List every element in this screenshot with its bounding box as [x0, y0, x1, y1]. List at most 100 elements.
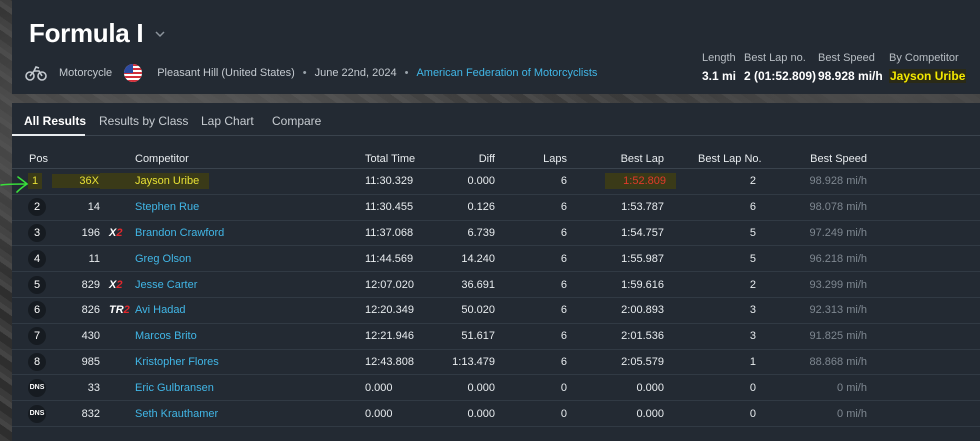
competitor-link[interactable]: Avi Hadad — [135, 304, 186, 316]
title-row[interactable]: Formula I — [29, 18, 165, 49]
competitor-link[interactable]: Greg Olson — [135, 253, 191, 265]
competitor-cell[interactable]: Brandon Crawford — [135, 221, 224, 246]
best-lap-value: 2:00.893 — [621, 304, 664, 317]
col-competitor[interactable]: Competitor — [135, 149, 189, 168]
table-row[interactable]: DNS 33 Eric Gulbransen 0.000 0.000 0 0.000 0 0 m… — [12, 375, 980, 402]
laps-value: 6 — [560, 252, 567, 265]
competitor-cell[interactable]: Seth Krauthamer — [135, 401, 218, 426]
competitor-link[interactable]: Eric Gulbransen — [135, 382, 214, 394]
table-row[interactable]: 7 430 Marcos Brito 12:21.946 51.617 6 2:01.536… — [12, 324, 980, 350]
col-best-lap[interactable]: Best Lap — [592, 149, 664, 168]
table-body: 1 36X Jayson Uribe 11:30.329 0.000 6 1:52.809 2… — [12, 169, 980, 427]
organization-link[interactable]: American Federation of Motorcyclists — [416, 67, 597, 79]
competitor-cell[interactable]: Kristopher Flores — [135, 350, 219, 375]
stat-best-lap-no: Best Lap no. 2 (01:52.809) — [744, 52, 816, 83]
separator-dot: • — [404, 67, 409, 79]
best-speed-value: 98.078 mi/h — [809, 201, 867, 214]
best-lap-value: 1:54.757 — [621, 226, 664, 239]
position-badge: 4 — [28, 249, 46, 268]
stat-best-lap-no-label: Best Lap no. — [744, 52, 806, 64]
laps-value: 6 — [560, 330, 567, 343]
competitor-cell[interactable]: Jayson Uribe — [100, 169, 210, 194]
position-cell: DNS — [28, 401, 46, 426]
results-table: Pos Competitor Total Time Diff Laps Best… — [12, 149, 980, 427]
stat-best-speed: Best Speed 98.928 mi/h — [818, 52, 883, 83]
laps-value: 0 — [560, 381, 567, 394]
competitor-cell[interactable]: Eric Gulbransen — [135, 375, 214, 400]
table-row[interactable]: 2 14 Stephen Rue 11:30.455 0.126 6 1:53.787 6 98… — [12, 195, 980, 221]
competitor-cell[interactable]: Avi Hadad — [135, 298, 186, 323]
position-cell: 2 — [28, 195, 46, 220]
total-time: 0.000 — [365, 381, 393, 394]
col-best-lap-no[interactable]: Best Lap No. — [698, 149, 762, 168]
event-header: Formula I Motorcycle Pleasant Hill (Unit… — [12, 0, 980, 94]
best-lap-cell: 2:00.893 — [592, 298, 664, 323]
best-lap-value: 2:01.536 — [621, 330, 664, 343]
competitor-cell[interactable]: Greg Olson — [135, 246, 191, 271]
results-panel: All Results Results by Class Lap Chart C… — [12, 103, 980, 441]
table-row[interactable]: 3 196 X 2 Brandon Crawford 11:37.068 6.739 6 1:5… — [12, 221, 980, 247]
best-lap-value: 0.000 — [636, 407, 664, 420]
stat-best-speed-label: Best Speed — [818, 52, 875, 64]
table-row[interactable]: DNS 832 Seth Krauthamer 0.000 0.000 0 0.000 0 0 … — [12, 401, 980, 427]
total-time: 0.000 — [365, 407, 393, 420]
position-cell: 6 — [28, 298, 46, 323]
position-cell: DNS — [28, 375, 46, 400]
position-badge: DNS — [28, 378, 46, 397]
competitor-link[interactable]: Seth Krauthamer — [135, 408, 218, 420]
stat-by-competitor-value[interactable]: Jayson Uribe — [889, 69, 967, 83]
col-pos[interactable]: Pos — [29, 149, 48, 168]
diff-value: 0.000 — [467, 175, 495, 188]
col-laps[interactable]: Laps — [502, 149, 567, 168]
best-speed-value: 0 mi/h — [837, 381, 867, 394]
diff-value: 0.126 — [467, 201, 495, 214]
best-speed-value: 0 mi/h — [837, 407, 867, 420]
best-lap-cell: 0.000 — [592, 401, 664, 426]
competitor-link[interactable]: Marcos Brito — [135, 330, 197, 342]
vehicle-type: Motorcycle — [59, 67, 113, 79]
class-badge: X2 — [109, 272, 122, 297]
competitor-link[interactable]: Kristopher Flores — [135, 356, 219, 368]
best-lap-cell: 1:54.757 — [592, 221, 664, 246]
motorcycle-icon — [25, 66, 47, 81]
best-speed-value: 92.313 mi/h — [809, 304, 867, 317]
bike-number: 14 — [87, 201, 100, 214]
col-diff[interactable]: Diff — [412, 149, 495, 168]
table-row[interactable]: 4 11 Greg Olson 11:44.569 14.240 6 1:55.987 5 96… — [12, 246, 980, 273]
stat-length-label: Length — [702, 52, 736, 64]
tab-all-results[interactable]: All Results — [24, 114, 86, 128]
total-time: 11:30.455 — [365, 201, 414, 214]
diff-value: 14.240 — [461, 252, 495, 265]
competitor-link[interactable]: Brandon Crawford — [135, 227, 224, 239]
competitor-link[interactable]: Jesse Carter — [135, 279, 197, 291]
best-lap-no-value: 2 — [749, 278, 756, 291]
total-time: 11:37.068 — [365, 226, 414, 239]
col-total-time[interactable]: Total Time — [365, 149, 415, 168]
position-cell: 8 — [28, 350, 46, 375]
competitor-cell[interactable]: Stephen Rue — [135, 195, 199, 220]
total-time: 12:07.020 — [365, 278, 414, 291]
table-row[interactable]: 1 36X Jayson Uribe 11:30.329 0.000 6 1:52.809 2… — [12, 169, 980, 195]
tab-compare[interactable]: Compare — [272, 114, 321, 128]
table-row[interactable]: 8 985 Kristopher Flores 12:43.808 1:13.479 6 2… — [12, 350, 980, 376]
laps-value: 6 — [560, 355, 567, 368]
best-lap-cell: 1:52.809 — [572, 169, 676, 194]
competitor-link[interactable]: Stephen Rue — [135, 201, 199, 213]
col-best-speed[interactable]: Best Speed — [792, 149, 867, 168]
table-row[interactable]: 5 829 X 2 Jesse Carter 12:07.020 36.691 6 1:59.6… — [12, 272, 980, 298]
bike-number: 430 — [81, 330, 100, 343]
table-row[interactable]: 6 826 TR 2 Avi Hadad 12:20.349 50.020 6 2:00.893… — [12, 298, 980, 324]
competitor-cell[interactable]: Marcos Brito — [135, 324, 197, 349]
competitor-cell[interactable]: Jesse Carter — [135, 272, 197, 297]
best-lap-value: 1:52.809 — [605, 173, 676, 190]
diff-value: 1:13.479 — [452, 355, 495, 368]
competitor-link[interactable]: Jayson Uribe — [100, 173, 210, 190]
chevron-down-icon[interactable] — [155, 29, 165, 39]
tab-results-by-class[interactable]: Results by Class — [99, 114, 188, 128]
best-lap-no-value: 0 — [749, 407, 756, 420]
bike-number: 832 — [81, 407, 100, 420]
best-lap-value: 1:59.616 — [621, 278, 664, 291]
laps-value: 6 — [560, 278, 567, 291]
event-title: Formula I — [29, 18, 144, 48]
tab-lap-chart[interactable]: Lap Chart — [201, 114, 254, 128]
